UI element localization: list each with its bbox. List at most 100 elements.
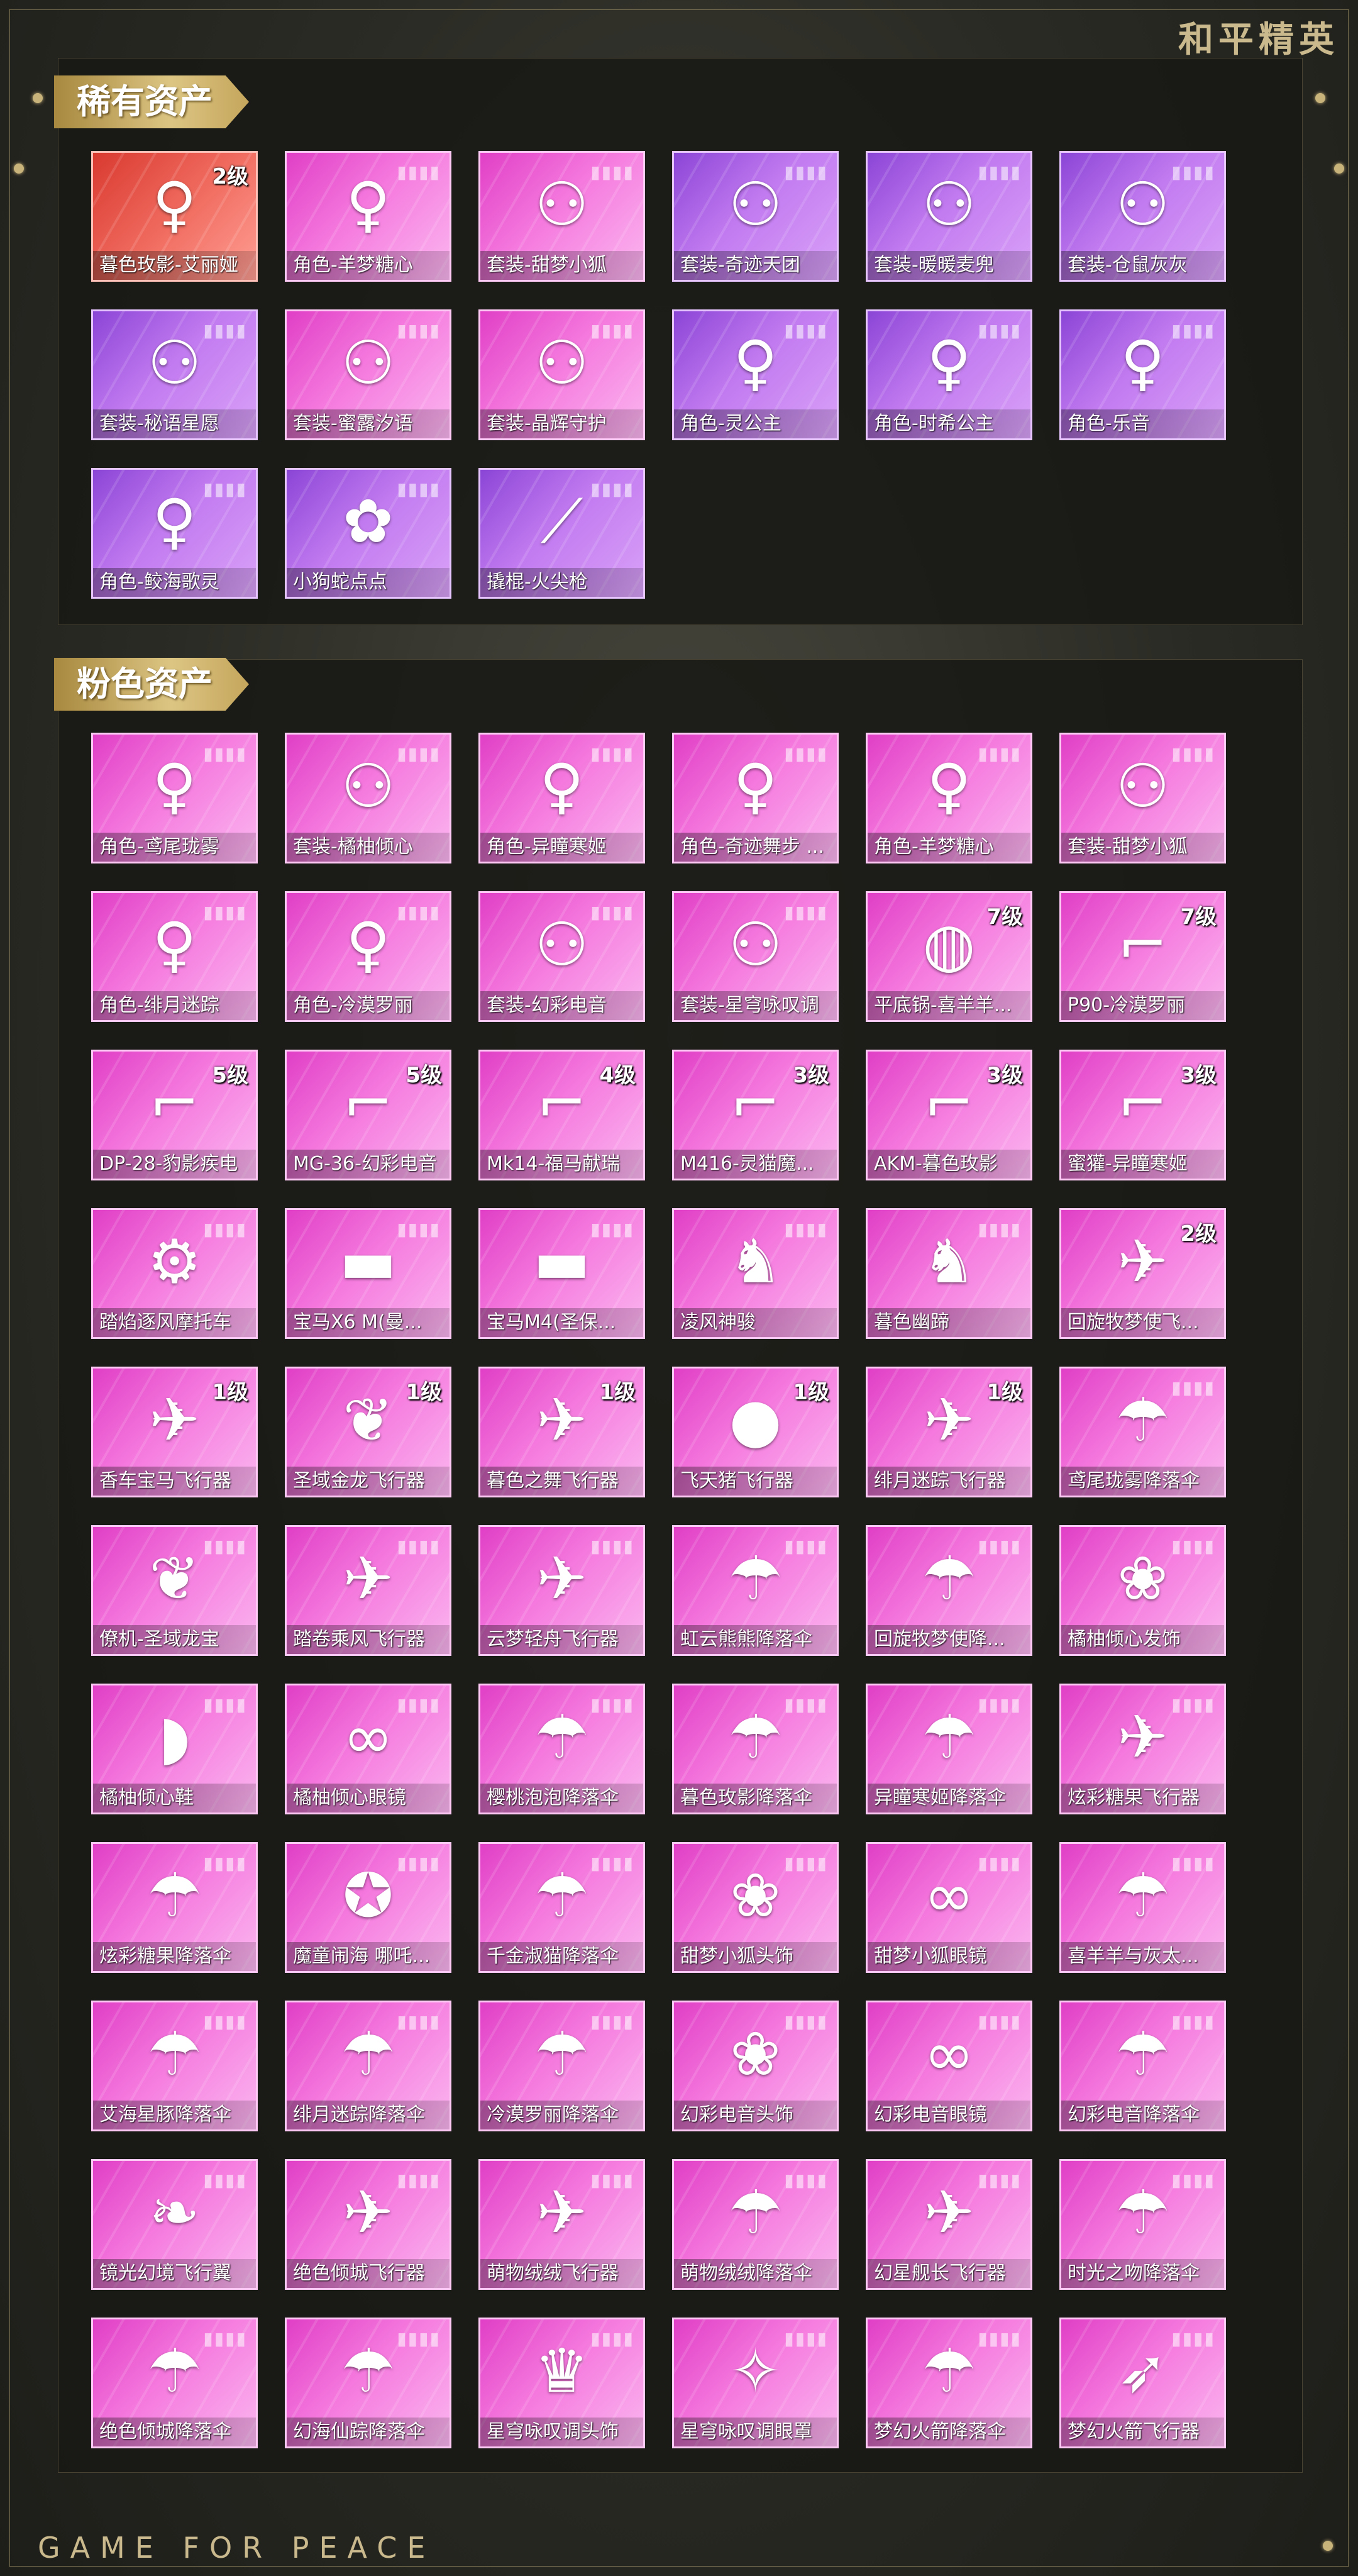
rare-card[interactable]: ▮▮▮▮ ⚇ 套装-甜梦小狐 (478, 151, 645, 282)
pink-card[interactable]: ▮▮▮▮ ☂ 艾海星豚降落伞 (91, 2001, 258, 2131)
pink-card[interactable]: ▮▮▮▮ ❀ 幻彩电音头饰 (672, 2001, 839, 2131)
pink-card[interactable]: ⌐ 7级 P90-冷漠罗丽 (1059, 891, 1226, 1022)
pink-card[interactable]: ✈ 2级 回旋牧梦使飞... (1059, 1208, 1226, 1339)
pink-card[interactable]: ▮▮▮▮ ♞ 暮色幽蹄 (866, 1208, 1032, 1339)
pink-card[interactable]: ▮▮▮▮ ♀ 角色-鸢尾珑雾 (91, 733, 258, 863)
pink-card[interactable]: ▮▮▮▮ ☂ 幻彩电音降落伞 (1059, 2001, 1226, 2131)
rare-card[interactable]: ▮▮▮▮ ✿ 小狗蛇点点 (285, 468, 451, 599)
rare-card[interactable]: ♀ 2级 暮色玫影-艾丽娅 (91, 151, 258, 282)
pink-card[interactable]: ▮▮▮▮ ☂ 回旋牧梦使降... (866, 1525, 1032, 1656)
pink-card[interactable]: ▮▮▮▮ ♀ 角色-绯月迷踪 (91, 891, 258, 1022)
pink-card[interactable]: ▮▮▮▮ ∞ 橘柚倾心眼镜 (285, 1684, 451, 1814)
item-label: 套装-甜梦小狐 (1061, 833, 1224, 862)
pink-card[interactable]: ▮▮▮▮ ▬ 宝马X6 M(曼... (285, 1208, 451, 1339)
rare-card[interactable]: ▮▮▮▮ ⟋ 撬棍-火尖枪 (478, 468, 645, 599)
pink-card[interactable]: ▮▮▮▮ ♀ 角色-奇迹舞步 ... (672, 733, 839, 863)
pink-card[interactable]: ▮▮▮▮ ✈ 云梦轻舟飞行器 (478, 1525, 645, 1656)
pink-card[interactable]: ▮▮▮▮ ◗ 橘柚倾心鞋 (91, 1684, 258, 1814)
pink-card[interactable]: ▮▮▮▮ ☂ 绝色倾城降落伞 (91, 2318, 258, 2448)
outfit-pair-icon: ⚇ (728, 909, 783, 980)
pink-card[interactable]: ▮▮▮▮ ☂ 冷漠罗丽降落伞 (478, 2001, 645, 2131)
rarity-stripes-icon: ▮▮▮▮ (784, 2011, 828, 2032)
pink-card[interactable]: ▮▮▮▮ ∞ 甜梦小狐眼镜 (866, 1842, 1032, 1973)
rarity-stripes-icon: ▮▮▮▮ (397, 743, 441, 764)
item-label: 幻星舰长飞行器 (868, 2259, 1030, 2288)
pink-card[interactable]: ▮▮▮▮ ☂ 喜羊羊与灰太... (1059, 1842, 1226, 1973)
rare-card[interactable]: ▮▮▮▮ ♀ 角色-乐音 (1059, 309, 1226, 440)
pink-card[interactable]: ▮▮▮▮ ☂ 幻海仙踪降落伞 (285, 2318, 451, 2448)
pink-card[interactable]: ▮▮▮▮ ☂ 暮色玫影降落伞 (672, 1684, 839, 1814)
rare-card[interactable]: ▮▮▮▮ ⚇ 套装-奇迹天团 (672, 151, 839, 282)
pink-card[interactable]: ▮▮▮▮ ♀ 角色-羊梦糖心 (866, 733, 1032, 863)
character-icon: ♀ (152, 169, 197, 240)
pink-card[interactable]: ▮▮▮▮ ☂ 异瞳寒姬降落伞 (866, 1684, 1032, 1814)
level-badge: 1级 (793, 1380, 829, 1405)
rarity-stripes-icon: ▮▮▮▮ (1171, 162, 1215, 182)
rare-card[interactable]: ▮▮▮▮ ⚇ 套装-秘语星愿 (91, 309, 258, 440)
pink-card[interactable]: ▮▮▮▮ ✈ 幻星舰长飞行器 (866, 2159, 1032, 2290)
pink-card[interactable]: ▮▮▮▮ ➶ 梦幻火箭飞行器 (1059, 2318, 1226, 2448)
pink-card[interactable]: ▮▮▮▮ ✈ 绝色倾城飞行器 (285, 2159, 451, 2290)
pink-card[interactable]: ▮▮▮▮ ☂ 千金淑猫降落伞 (478, 1842, 645, 1973)
pink-card[interactable]: ▮▮▮▮ ⚙ 踏焰逐风摩托车 (91, 1208, 258, 1339)
pink-card[interactable]: ▮▮▮▮ ❧ 镜光幻境飞行翼 (91, 2159, 258, 2290)
pink-card[interactable]: ▮▮▮▮ ⚇ 套装-橘柚倾心 (285, 733, 451, 863)
item-label: 千金淑猫降落伞 (480, 1942, 643, 1971)
item-label: 绝色倾城降落伞 (93, 2418, 256, 2446)
pink-card[interactable]: ✈ 1级 香车宝马飞行器 (91, 1367, 258, 1497)
level-badge: 3级 (1180, 1063, 1217, 1088)
pink-card[interactable]: ⌐ 4级 Mk14-福马献瑞 (478, 1050, 645, 1180)
pink-card[interactable]: ▮▮▮▮ ⚇ 套装-幻彩电音 (478, 891, 645, 1022)
rare-card[interactable]: ▮▮▮▮ ⚇ 套装-暖暖麦兜 (866, 151, 1032, 282)
glasses-icon: ∞ (343, 1702, 394, 1772)
pink-card[interactable]: ▮▮▮▮ ✈ 炫彩糖果飞行器 (1059, 1684, 1226, 1814)
pink-card[interactable]: ⌐ 3级 蜜獾-异瞳寒姬 (1059, 1050, 1226, 1180)
pink-card[interactable]: ▮▮▮▮ ☂ 萌物绒绒降落伞 (672, 2159, 839, 2290)
item-label: 暮色玫影-艾丽娅 (93, 251, 256, 280)
item-label: 飞天猪飞行器 (674, 1467, 837, 1496)
pink-card[interactable]: ⌐ 5级 MG-36-幻彩电音 (285, 1050, 451, 1180)
mask-icon: ✧ (730, 2336, 781, 2406)
rare-card[interactable]: ▮▮▮▮ ⚇ 套装-仓鼠灰灰 (1059, 151, 1226, 282)
pink-card[interactable]: ▮▮▮▮ ☂ 樱桃泡泡降落伞 (478, 1684, 645, 1814)
pink-card[interactable]: ▮▮▮▮ ❦ 僚机-圣域龙宝 (91, 1525, 258, 1656)
pink-card[interactable]: ● 1级 飞天猪飞行器 (672, 1367, 839, 1497)
pink-card[interactable]: ▮▮▮▮ ∞ 幻彩电音眼镜 (866, 2001, 1032, 2131)
pink-card[interactable]: ▮▮▮▮ ♛ 星穹咏叹调头饰 (478, 2318, 645, 2448)
pink-card[interactable]: ▮▮▮▮ ✈ 萌物绒绒飞行器 (478, 2159, 645, 2290)
pink-card[interactable]: ▮▮▮▮ ✈ 踏卷乘风飞行器 (285, 1525, 451, 1656)
pink-card[interactable]: ⌐ 3级 M416-灵猫魔... (672, 1050, 839, 1180)
pink-card[interactable]: ▮▮▮▮ ❀ 橘柚倾心发饰 (1059, 1525, 1226, 1656)
pink-card[interactable]: ▮▮▮▮ ♀ 角色-冷漠罗丽 (285, 891, 451, 1022)
rare-card[interactable]: ▮▮▮▮ ⚇ 套装-蜜露汐语 (285, 309, 451, 440)
pink-card[interactable]: ▮▮▮▮ ☂ 鸢尾珑雾降落伞 (1059, 1367, 1226, 1497)
pink-card[interactable]: ✈ 1级 绯月迷踪飞行器 (866, 1367, 1032, 1497)
pink-card[interactable]: ✈ 1级 暮色之舞飞行器 (478, 1367, 645, 1497)
rare-card[interactable]: ▮▮▮▮ ♀ 角色-时希公主 (866, 309, 1032, 440)
pink-card[interactable]: ❦ 1级 圣域金龙飞行器 (285, 1367, 451, 1497)
item-label: 甜梦小狐眼镜 (868, 1942, 1030, 1971)
rare-card[interactable]: ▮▮▮▮ ♀ 角色-羊梦糖心 (285, 151, 451, 282)
pink-card[interactable]: ⌐ 3级 AKM-暮色玫影 (866, 1050, 1032, 1180)
pink-card[interactable]: ▮▮▮▮ ❀ 甜梦小狐头饰 (672, 1842, 839, 1973)
pink-card[interactable]: ▮▮▮▮ ▬ 宝马M4(圣保... (478, 1208, 645, 1339)
pink-card[interactable]: ▮▮▮▮ ☂ 虹云熊熊降落伞 (672, 1525, 839, 1656)
pink-card[interactable]: ▮▮▮▮ ⚇ 套装-甜梦小狐 (1059, 733, 1226, 863)
rarity-stripes-icon: ▮▮▮▮ (784, 1694, 828, 1715)
pink-card[interactable]: ▮▮▮▮ ♞ 凌风神骏 (672, 1208, 839, 1339)
pink-card[interactable]: ▮▮▮▮ ☂ 时光之吻降落伞 (1059, 2159, 1226, 2290)
rare-card[interactable]: ▮▮▮▮ ♀ 角色-灵公主 (672, 309, 839, 440)
pink-card[interactable]: ▮▮▮▮ ☂ 绯月迷踪降落伞 (285, 2001, 451, 2131)
pink-card[interactable]: ▮▮▮▮ ✪ 魔童闹海 哪吒... (285, 1842, 451, 1973)
pink-card[interactable]: ▮▮▮▮ ☂ 梦幻火箭降落伞 (866, 2318, 1032, 2448)
rare-card[interactable]: ▮▮▮▮ ♀ 角色-鲛海歌灵 (91, 468, 258, 599)
pink-card[interactable]: ⌐ 5级 DP-28-豹影疾电 (91, 1050, 258, 1180)
pink-card[interactable]: ▮▮▮▮ ☂ 炫彩糖果降落伞 (91, 1842, 258, 1973)
rare-card[interactable]: ▮▮▮▮ ⚇ 套装-晶辉守护 (478, 309, 645, 440)
pink-card[interactable]: ▮▮▮▮ ⚇ 套装-星穹咏叹调 (672, 891, 839, 1022)
pink-card[interactable]: ◍ 7级 平底锅-喜羊羊... (866, 891, 1032, 1022)
pink-card[interactable]: ▮▮▮▮ ✧ 星穹咏叹调眼罩 (672, 2318, 839, 2448)
pink-card[interactable]: ▮▮▮▮ ♀ 角色-异瞳寒姬 (478, 733, 645, 863)
item-label: 角色-冷漠罗丽 (287, 991, 450, 1020)
rarity-stripes-icon: ▮▮▮▮ (1171, 1377, 1215, 1398)
